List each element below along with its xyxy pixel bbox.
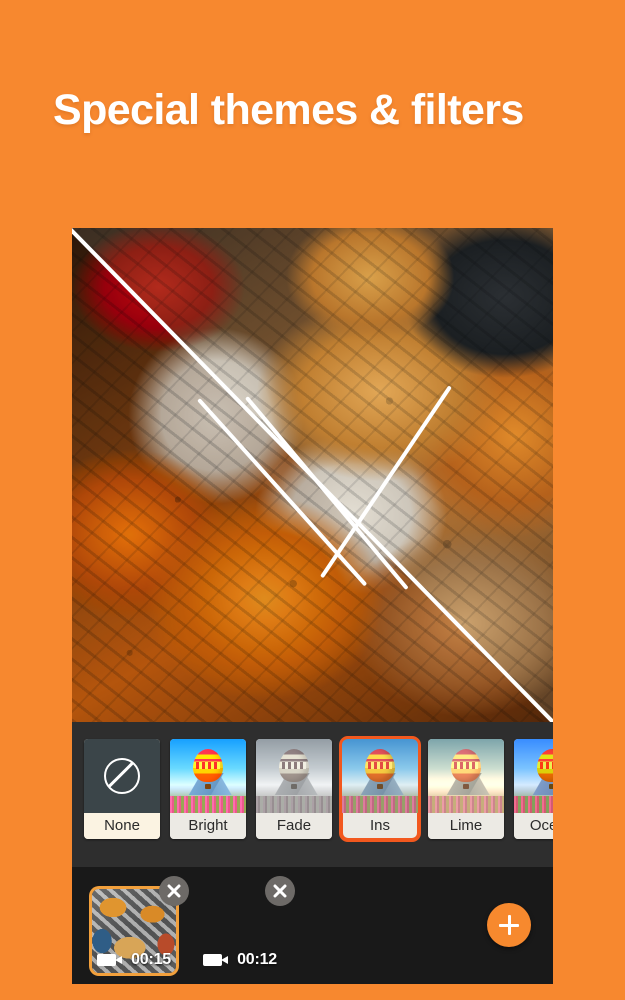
filter-strip[interactable]: None Bright Fade Ins Lime Oc [72,722,553,867]
clip-list: 00:15 00:12 [92,876,295,973]
balloon-scene-icon [342,739,418,813]
filter-label: Ins [342,813,418,839]
remove-clip-button[interactable] [159,876,189,906]
hot-air-balloon-icon [537,749,553,789]
clip-footer: 00:12 [198,951,282,969]
hot-air-balloon-icon [451,749,481,789]
filter-label: None [84,813,160,839]
meadow-shape [342,796,418,813]
timeline-clip[interactable]: 00:15 [92,876,189,973]
video-camera-icon [203,954,228,966]
filter-item-lime[interactable]: Lime [428,739,504,839]
filter-item-none[interactable]: None [84,739,160,839]
filter-thumbnail [256,739,332,813]
no-filter-icon [104,758,140,794]
hot-air-balloon-icon [279,749,309,789]
timeline-clip[interactable]: 00:12 [198,876,295,973]
page-title: Special themes & filters [53,86,524,134]
video-preview[interactable] [72,228,553,722]
clip-duration: 00:15 [131,951,171,968]
close-icon [273,884,287,898]
hot-air-balloon-icon [365,749,395,789]
remove-clip-button[interactable] [265,876,295,906]
filter-thumbnail [170,739,246,813]
filter-item-fade[interactable]: Fade [256,739,332,839]
meadow-shape [170,796,246,813]
meadow-shape [428,796,504,813]
filter-thumbnail [428,739,504,813]
filter-thumbnail [514,739,553,813]
close-icon [167,884,181,898]
clip-timeline: 00:15 00:12 [72,867,553,984]
filter-thumbnail [342,739,418,813]
clip-duration: 00:12 [237,951,277,968]
meadow-shape [256,796,332,813]
plus-icon [499,915,519,935]
filter-thumbnail [84,739,160,813]
balloon-scene-icon [170,739,246,813]
filter-label: Fade [256,813,332,839]
filter-item-bright[interactable]: Bright [170,739,246,839]
hot-air-balloon-icon [193,749,223,789]
filter-label: Ocean [514,813,553,839]
filter-list: None Bright Fade Ins Lime Oc [84,722,553,842]
clip-footer: 00:15 [92,951,176,969]
balloon-scene-icon [256,739,332,813]
add-clip-button[interactable] [487,903,531,947]
filter-label: Lime [428,813,504,839]
balloon-scene-icon [514,739,553,813]
balloon-scene-icon [428,739,504,813]
app-screen: None Bright Fade Ins Lime Oc 00:15 00:12 [72,228,553,984]
video-camera-icon [97,954,122,966]
meadow-shape [514,796,553,813]
filter-label: Bright [170,813,246,839]
filter-item-ocean[interactable]: Ocean [514,739,553,839]
filter-item-ins[interactable]: Ins [339,736,421,842]
